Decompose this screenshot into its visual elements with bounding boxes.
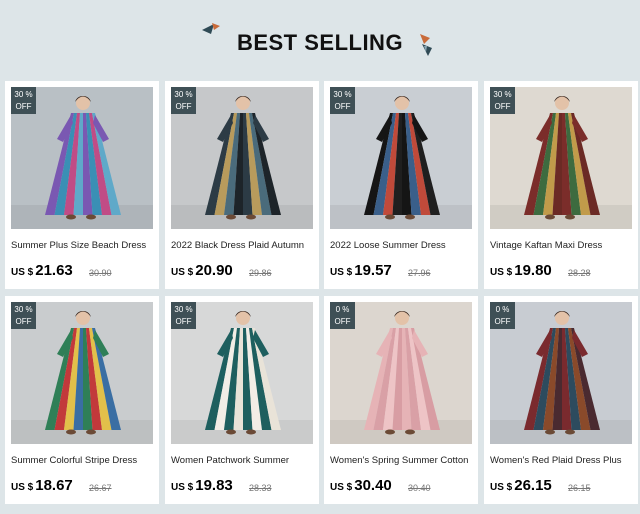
- currency-label: US $: [330, 267, 353, 278]
- discount-off-label: OFF: [175, 317, 192, 326]
- discount-off-label: OFF: [175, 102, 192, 111]
- section-header: BEST SELLING: [0, 0, 640, 80]
- currency-label: US $: [490, 267, 513, 278]
- currency-label: US $: [11, 267, 34, 278]
- product-image[interactable]: 0 % OFF: [490, 302, 632, 444]
- product-card[interactable]: 30 % OFF Summer Plus Size Beach Dress US…: [5, 81, 159, 289]
- original-price: 27.96: [408, 268, 431, 278]
- discount-percent: 0 %: [335, 305, 350, 314]
- discount-badge: 30 % OFF: [490, 87, 515, 114]
- original-price: 30.90: [89, 268, 112, 278]
- section-title: BEST SELLING: [236, 30, 404, 55]
- original-price: 29.86: [249, 268, 272, 278]
- discount-percent: 30 %: [174, 90, 193, 99]
- product-name[interactable]: Summer Plus Size Beach Dress: [11, 240, 157, 251]
- currency-label: US $: [171, 267, 194, 278]
- product-image[interactable]: 30 % OFF: [171, 302, 313, 444]
- product-price: US $19.80: [490, 262, 552, 280]
- product-price: US $26.15: [490, 477, 552, 495]
- price-value: 19.83: [195, 477, 233, 494]
- product-image[interactable]: 30 % OFF: [171, 87, 313, 229]
- product-price: US $21.63: [11, 262, 73, 280]
- product-name[interactable]: Women's Spring Summer Cotton: [330, 455, 476, 466]
- decorative-triangles-icon: [420, 34, 432, 56]
- original-price: 28.33: [249, 483, 272, 493]
- price-value: 26.15: [514, 477, 552, 494]
- discount-percent: 30 %: [333, 90, 352, 99]
- discount-percent: 30 %: [14, 305, 33, 314]
- product-card[interactable]: 30 % OFF Women Patchwork Summer US $19.8…: [165, 296, 319, 504]
- discount-badge: 30 % OFF: [11, 87, 36, 114]
- product-image[interactable]: 0 % OFF: [330, 302, 472, 444]
- discount-percent: 30 %: [493, 90, 512, 99]
- discount-badge: 0 % OFF: [490, 302, 515, 329]
- product-price: US $19.83: [171, 477, 233, 495]
- product-image[interactable]: 30 % OFF: [330, 87, 472, 229]
- original-price: 28.28: [568, 268, 591, 278]
- discount-percent: 30 %: [174, 305, 193, 314]
- discount-off-label: OFF: [15, 102, 32, 111]
- product-name[interactable]: Women's Red Plaid Dress Plus: [490, 455, 636, 466]
- product-image[interactable]: 30 % OFF: [11, 87, 153, 229]
- price-value: 18.67: [35, 477, 73, 494]
- discount-off-label: OFF: [494, 317, 511, 326]
- price-value: 19.57: [354, 262, 392, 279]
- discount-badge: 0 % OFF: [330, 302, 355, 329]
- product-name[interactable]: Women Patchwork Summer: [171, 455, 317, 466]
- price-value: 30.40: [354, 477, 392, 494]
- discount-percent: 30 %: [14, 90, 33, 99]
- product-card[interactable]: 30 % OFF Vintage Kaftan Maxi Dress US $1…: [484, 81, 638, 289]
- discount-off-label: OFF: [334, 102, 351, 111]
- discount-badge: 30 % OFF: [330, 87, 355, 114]
- product-price: US $19.57: [330, 262, 392, 280]
- discount-off-label: OFF: [15, 317, 32, 326]
- product-price: US $18.67: [11, 477, 73, 495]
- product-card[interactable]: 30 % OFF 2022 Black Dress Plaid Autumn U…: [165, 81, 319, 289]
- product-price: US $30.40: [330, 477, 392, 495]
- original-price: 26.15: [568, 483, 591, 493]
- currency-label: US $: [11, 482, 34, 493]
- price-value: 20.90: [195, 262, 233, 279]
- product-price: US $20.90: [171, 262, 233, 280]
- product-card[interactable]: 0 % OFF Women's Red Plaid Dress Plus US …: [484, 296, 638, 504]
- discount-off-label: OFF: [334, 317, 351, 326]
- price-value: 21.63: [35, 262, 73, 279]
- product-image[interactable]: 30 % OFF: [490, 87, 632, 229]
- product-card[interactable]: 0 % OFF Women's Spring Summer Cotton US …: [324, 296, 478, 504]
- product-name[interactable]: 2022 Black Dress Plaid Autumn: [171, 240, 317, 251]
- product-name[interactable]: Vintage Kaftan Maxi Dress: [490, 240, 636, 251]
- product-card[interactable]: 30 % OFF Summer Colorful Stripe Dress US…: [5, 296, 159, 504]
- product-image[interactable]: 30 % OFF: [11, 302, 153, 444]
- price-value: 19.80: [514, 262, 552, 279]
- product-name[interactable]: Summer Colorful Stripe Dress: [11, 455, 157, 466]
- product-card[interactable]: 30 % OFF 2022 Loose Summer Dress US $19.…: [324, 81, 478, 289]
- discount-badge: 30 % OFF: [11, 302, 36, 329]
- currency-label: US $: [490, 482, 513, 493]
- discount-badge: 30 % OFF: [171, 87, 196, 114]
- discount-percent: 0 %: [495, 305, 510, 314]
- original-price: 26.67: [89, 483, 112, 493]
- original-price: 30.40: [408, 483, 431, 493]
- currency-label: US $: [330, 482, 353, 493]
- currency-label: US $: [171, 482, 194, 493]
- discount-off-label: OFF: [494, 102, 511, 111]
- product-name[interactable]: 2022 Loose Summer Dress: [330, 240, 476, 251]
- discount-badge: 30 % OFF: [171, 302, 196, 329]
